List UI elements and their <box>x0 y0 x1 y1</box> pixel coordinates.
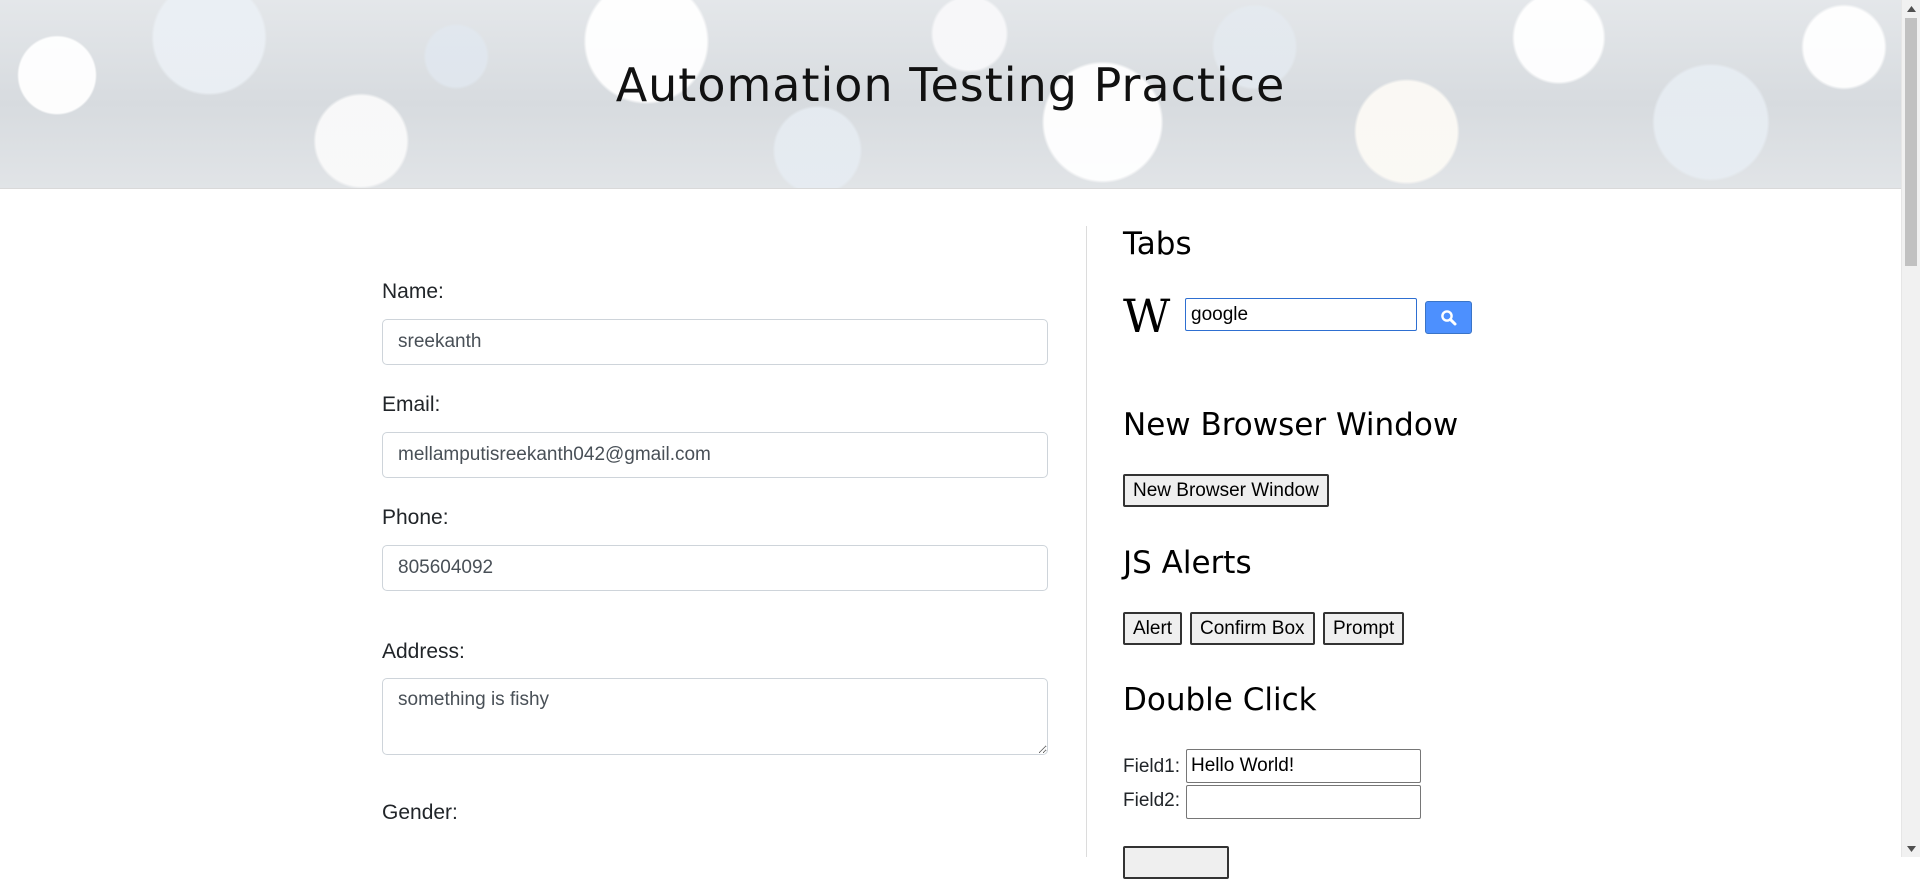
name-label: Name: <box>382 280 444 303</box>
name-input[interactable] <box>382 319 1048 365</box>
wikipedia-logo-icon: W <box>1123 289 1170 343</box>
email-input[interactable] <box>382 432 1048 478</box>
js-alerts-title: JS Alerts <box>1123 545 1252 581</box>
field1-input[interactable] <box>1186 749 1421 783</box>
field1-label: Field1: <box>1123 756 1181 777</box>
wikipedia-search-button[interactable] <box>1425 301 1472 334</box>
phone-label: Phone: <box>382 506 449 529</box>
email-label: Email: <box>382 393 441 416</box>
vertical-scrollbar[interactable] <box>1901 0 1920 857</box>
new-browser-window-button[interactable]: New Browser Window <box>1123 474 1329 507</box>
scroll-thumb[interactable] <box>1905 18 1917 266</box>
confirm-box-button[interactable]: Confirm Box <box>1190 612 1315 645</box>
gender-label: Gender: <box>382 801 458 824</box>
field2-label: Field2: <box>1123 790 1181 811</box>
wikipedia-search-input[interactable] <box>1185 298 1417 331</box>
scroll-up-arrow-icon[interactable] <box>1902 0 1920 17</box>
header-banner: Automation Testing Practice <box>0 0 1901 189</box>
tabs-title: Tabs <box>1123 226 1192 262</box>
new-window-title: New Browser Window <box>1123 407 1459 443</box>
alert-button[interactable]: Alert <box>1123 612 1183 645</box>
search-icon <box>1440 309 1456 325</box>
prompt-button[interactable]: Prompt <box>1323 612 1405 645</box>
address-label: Address: <box>382 640 465 663</box>
scroll-down-arrow-icon[interactable] <box>1902 840 1920 857</box>
address-textarea[interactable]: something is fishy <box>382 678 1048 755</box>
page-title: Automation Testing Practice <box>615 58 1286 112</box>
double-click-title: Double Click <box>1123 682 1317 718</box>
phone-input[interactable] <box>382 545 1048 591</box>
copy-text-button[interactable] <box>1123 846 1229 879</box>
column-divider <box>1086 226 1087 857</box>
field2-input[interactable] <box>1186 785 1421 819</box>
